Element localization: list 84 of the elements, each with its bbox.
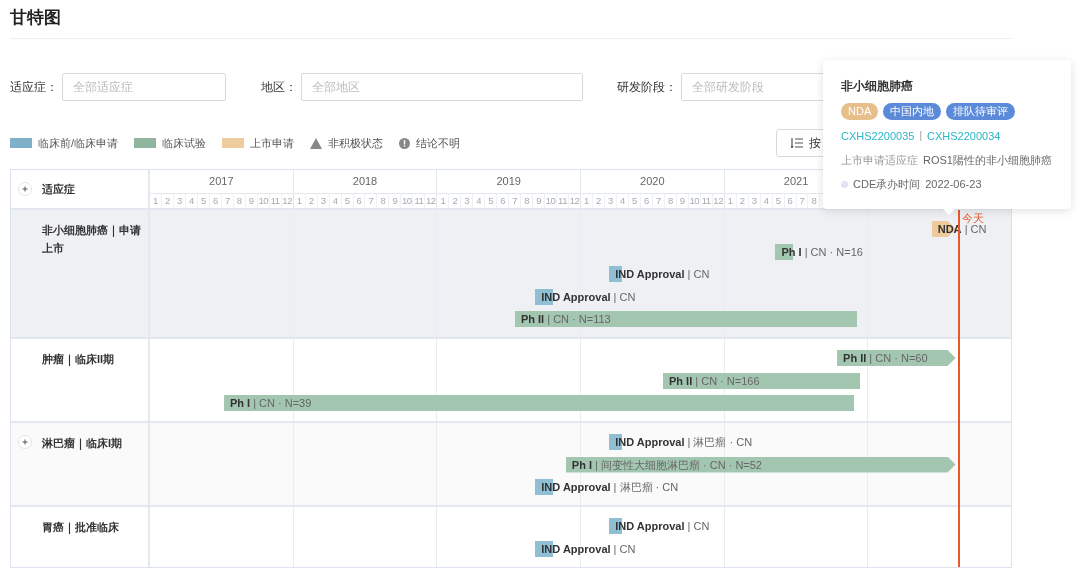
- page-title: 甘特图: [10, 7, 62, 29]
- month-label: 8: [667, 196, 673, 206]
- month-label: 9: [248, 196, 254, 206]
- legend-label: 上市申请: [250, 135, 295, 151]
- legend-label: 临床试验: [162, 135, 207, 151]
- year-label: 2021: [783, 174, 809, 190]
- year-label: 2018: [352, 174, 378, 190]
- month-label: 3: [464, 196, 470, 206]
- month-label: 6: [356, 196, 362, 206]
- month-label: 6: [500, 196, 506, 206]
- month-label: 4: [476, 196, 482, 206]
- field-label: 上市申请适应症: [841, 153, 918, 168]
- filter-label: 适应症：: [10, 79, 58, 96]
- month-label: 2: [739, 196, 745, 206]
- month-label: 7: [224, 196, 230, 206]
- month-label: 1: [440, 196, 446, 206]
- month-label: 4: [332, 196, 338, 206]
- field-value: 2022-06-23: [925, 177, 982, 192]
- month-label: 5: [631, 196, 637, 206]
- month-label: 6: [212, 196, 218, 206]
- month-label: 8: [524, 196, 529, 206]
- month-label: 7: [799, 196, 805, 206]
- month-label: 2: [308, 196, 314, 206]
- field-label: CDE承办时间: [853, 177, 921, 192]
- month-label: 9: [679, 196, 685, 206]
- row-label: 淋巴瘤｜临床I期: [42, 436, 124, 452]
- row-label: 肿瘤｜临床II期: [42, 352, 116, 368]
- today-label: 今天: [961, 211, 984, 225]
- year-label: 2020: [640, 174, 665, 190]
- filter-label: 研发阶段：: [617, 79, 677, 96]
- month-label: 8: [380, 196, 386, 206]
- month-label: 6: [787, 196, 793, 206]
- field-value: ROS1陽性的非小细胞肺癌: [923, 153, 1052, 168]
- month-label: 12: [713, 196, 723, 206]
- month-label: 12: [569, 196, 580, 206]
- month-label: 7: [512, 196, 518, 206]
- month-label: 12: [282, 196, 292, 206]
- month-label: 10: [402, 196, 412, 206]
- month-label: 2: [165, 196, 170, 206]
- year-label: 2017: [209, 174, 234, 190]
- month-label: 3: [177, 196, 182, 206]
- month-label: 3: [320, 196, 326, 206]
- month-label: 9: [392, 196, 398, 206]
- month-label: 6: [643, 196, 649, 206]
- row-label: 非小细胞肺癌｜申请上市: [42, 223, 142, 256]
- month-label: 1: [727, 196, 733, 206]
- month-label: 2: [596, 196, 601, 206]
- month-label: 10: [545, 196, 556, 206]
- year-label: 2019: [496, 174, 521, 190]
- legend-label: 结论不明: [416, 135, 461, 151]
- month-label: 3: [608, 196, 613, 206]
- month-label: 11: [414, 196, 424, 206]
- filter-label: 地区：: [261, 79, 297, 96]
- month-label: 4: [189, 196, 194, 206]
- month-label: 5: [488, 196, 494, 206]
- column-header: 适应症: [42, 181, 75, 197]
- tag: 排队待审评: [946, 103, 1016, 120]
- month-label: 1: [153, 196, 158, 206]
- month-label: 12: [426, 196, 436, 206]
- month-label: 10: [258, 196, 268, 206]
- tag: 中国内地: [883, 103, 942, 120]
- legend-label: 非积极状态: [328, 135, 384, 151]
- month-label: 11: [270, 196, 280, 206]
- month-label: 8: [811, 196, 817, 206]
- month-label: 5: [200, 196, 206, 206]
- separator: |: [919, 129, 922, 143]
- legend-label: 临床前/临床申请: [38, 135, 119, 151]
- month-label: 5: [344, 196, 350, 206]
- month-label: 8: [236, 196, 242, 206]
- row-label: 胃癌｜批准临床: [42, 520, 120, 536]
- month-label: 4: [620, 196, 625, 206]
- month-label: 10: [689, 196, 699, 206]
- month-label: 2: [452, 196, 458, 206]
- month-label: 3: [751, 196, 757, 206]
- month-label: 7: [368, 196, 374, 206]
- month-label: 4: [763, 196, 769, 206]
- month-label: 1: [584, 196, 589, 206]
- month-label: 11: [558, 196, 567, 206]
- tag: NDA: [841, 103, 879, 120]
- month-label: 5: [775, 196, 781, 206]
- month-label: 9: [536, 196, 541, 206]
- month-label: 7: [655, 196, 661, 206]
- month-label: 11: [701, 196, 711, 206]
- month-label: 1: [296, 196, 302, 206]
